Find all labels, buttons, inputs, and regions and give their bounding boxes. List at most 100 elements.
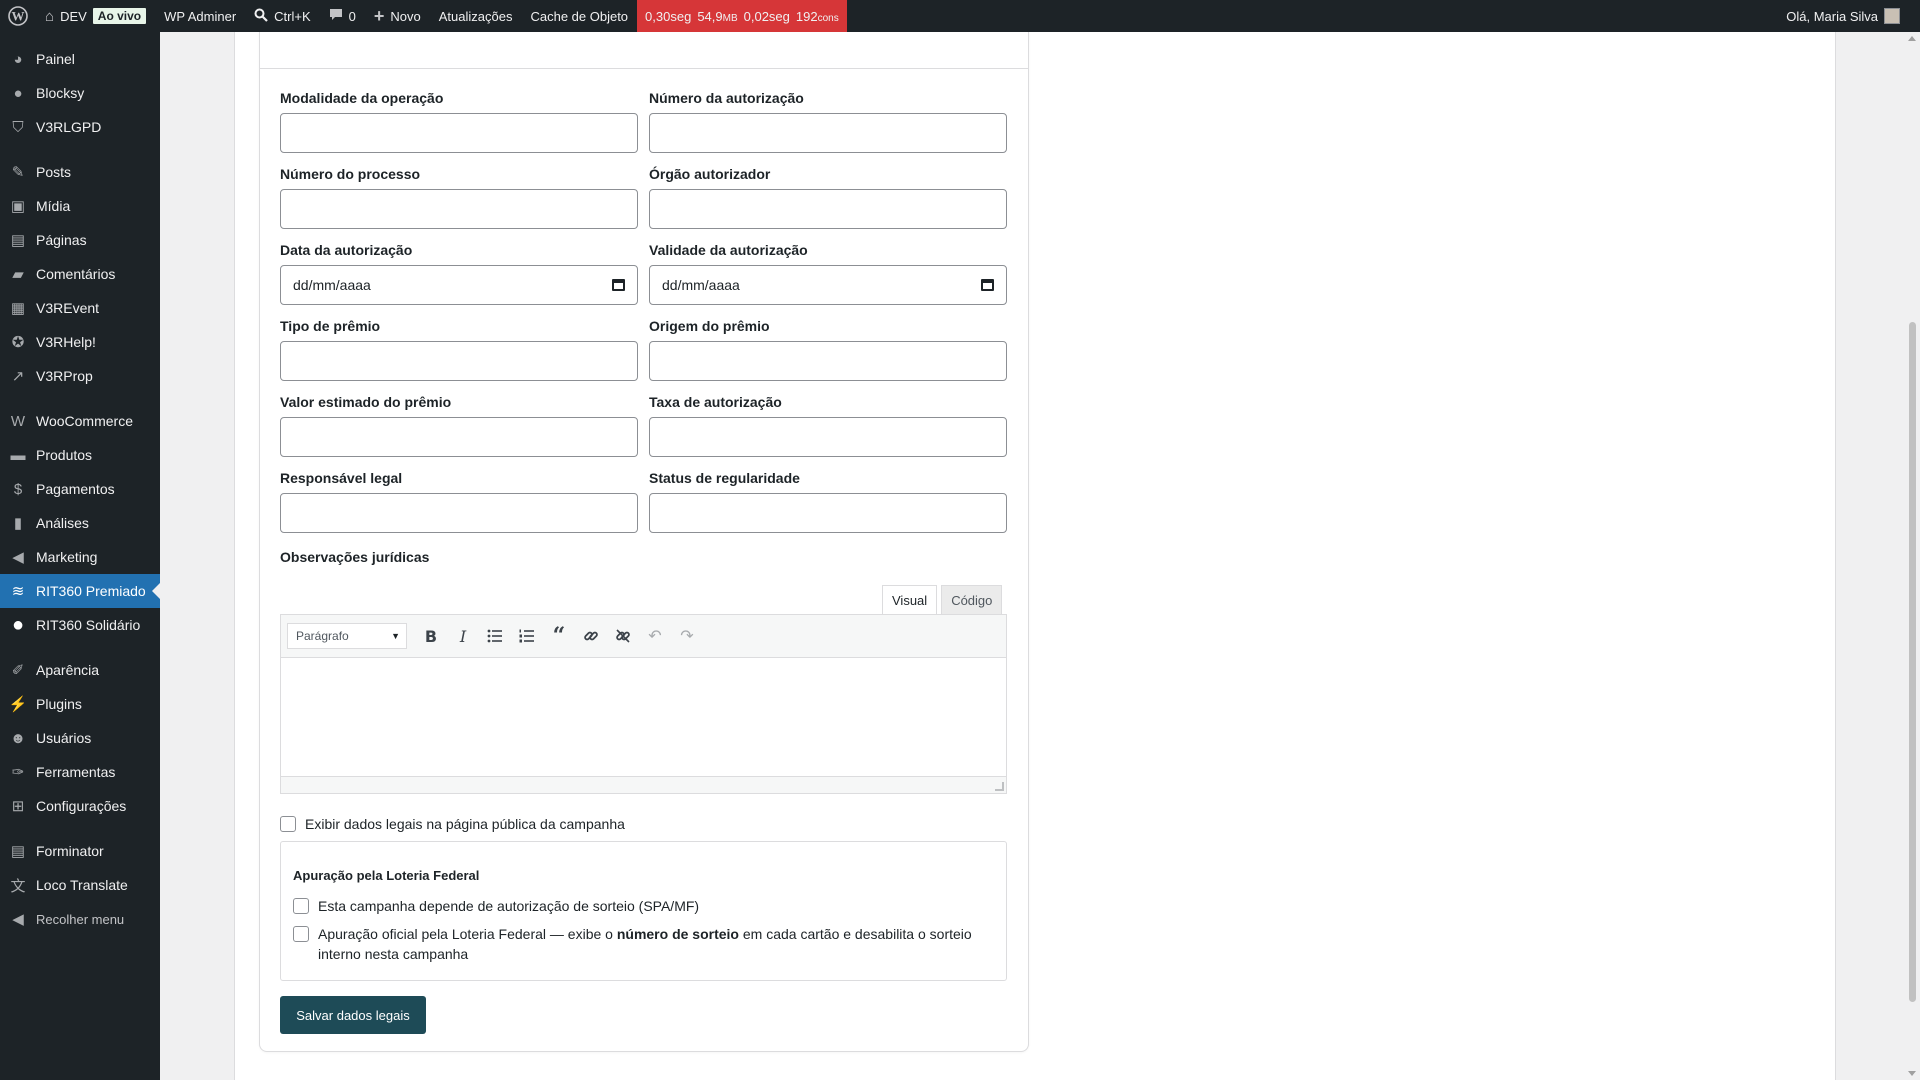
data-autorizacao-input[interactable]: dd/mm/aaaa (280, 265, 638, 305)
media-icon: ▣ (10, 198, 26, 215)
collapse-menu-button[interactable]: ◀ Recolher menu (0, 902, 160, 936)
origem-premio-label: Origem do prêmio (649, 318, 770, 334)
sidebar-item-1[interactable]: ● Blocksy (0, 76, 160, 110)
sidebar-item-14[interactable]: ◀ Marketing (0, 540, 160, 574)
scroll-down-icon[interactable] (1908, 1071, 1916, 1076)
scroll-up-icon[interactable] (1908, 36, 1916, 41)
calendar-icon[interactable] (981, 279, 994, 291)
depends-checkbox[interactable] (293, 898, 309, 914)
tab-code[interactable]: Código (941, 585, 1003, 615)
tipo-premio-input[interactable] (280, 341, 638, 381)
calendar-icon[interactable] (612, 279, 625, 291)
italic-icon[interactable]: I (449, 622, 477, 650)
sidebar-item-8[interactable]: ✪ V3RHelp! (0, 325, 160, 359)
depends-label: Esta campanha depende de autorização de … (318, 898, 700, 914)
my-account-menu[interactable]: Olá, Maria Silva (1777, 0, 1920, 32)
comments-link[interactable]: 0 (320, 0, 365, 32)
sidebar-item-label: Posts (36, 164, 72, 180)
validade-input[interactable]: dd/mm/aaaa (649, 265, 1007, 305)
responsavel-input[interactable] (280, 493, 638, 533)
origem-premio-input[interactable] (649, 341, 1007, 381)
official-draw-emphasis: número de sorteio (616, 926, 739, 942)
sidebar-item-23[interactable]: 文 Loco Translate (0, 868, 160, 902)
sidebar-item-label: Plugins (36, 696, 82, 712)
pages-icon: ▤ (10, 232, 26, 249)
bold-icon[interactable]: B (417, 622, 445, 650)
sidebar-item-5[interactable]: ▤ Páginas (0, 223, 160, 257)
updates-link[interactable]: Atualizações (430, 0, 522, 32)
numbered-list-icon[interactable] (513, 622, 541, 650)
status-label: Status de regularidade (649, 470, 800, 486)
redo-icon[interactable]: ↷ (673, 622, 701, 650)
sidebar-item-17[interactable]: ✐ Aparência (0, 653, 160, 687)
sidebar-item-11[interactable]: ▬ Produtos (0, 438, 160, 472)
sidebar-item-0[interactable]: ◕ Painel (0, 42, 160, 76)
menu-separator (0, 823, 160, 834)
command-search-button[interactable]: Ctrl+K (245, 0, 319, 32)
orgao-input[interactable] (649, 189, 1007, 229)
taxa-input[interactable] (649, 417, 1007, 457)
resize-grip-icon[interactable] (995, 782, 1004, 791)
new-content-link[interactable]: + Novo (365, 0, 430, 32)
sidebar-item-10[interactable]: W WooCommerce (0, 404, 160, 438)
format-select[interactable]: Parágrafo ▼ (287, 623, 407, 649)
sidebar-item-18[interactable]: ⚡ Plugins (0, 687, 160, 721)
wp-adminer-link[interactable]: WP Adminer (155, 0, 245, 32)
modalidade-input[interactable] (280, 113, 638, 153)
object-cache-link[interactable]: Cache de Objeto (521, 0, 637, 32)
link-icon[interactable] (577, 622, 605, 650)
svg-text:W: W (12, 9, 25, 24)
sidebar-item-12[interactable]: $ Pagamentos (0, 472, 160, 506)
editor-content-area[interactable] (281, 658, 1006, 776)
plugin-icon: ⚡ (8, 696, 28, 713)
tab-visual[interactable]: Visual (882, 585, 938, 615)
numero-processo-input[interactable] (280, 189, 638, 229)
official-draw-checkbox[interactable] (293, 926, 309, 942)
undo-icon[interactable]: ↶ (641, 622, 669, 650)
validade-label: Validade da autorização (649, 242, 808, 258)
search-shortcut: Ctrl+K (274, 8, 311, 24)
editor-statusbar (281, 776, 1006, 793)
save-legal-data-button[interactable]: Salvar dados legais (280, 996, 426, 1034)
sidebar-item-7[interactable]: ▦ V3REvent (0, 291, 160, 325)
caret-down-icon: ▼ (391, 631, 400, 641)
sidebar-item-15[interactable]: ≋ RIT360 Premiado (0, 574, 160, 608)
admin-sidebar: ◕ Painel ● Blocksy ⛉ V3RLGPD ✎ Posts ▣ Mídia ▤ Pági… (0, 32, 160, 1080)
sidebar-item-2[interactable]: ⛉ V3RLGPD (0, 110, 160, 144)
sidebar-item-label: Blocksy (36, 85, 85, 101)
query-monitor-button[interactable]: 0,30seg 54,9MB 0,02seg 192cons (637, 0, 847, 32)
orgao-field-group: Órgão autorizador (649, 166, 1007, 229)
status-field-group: Status de regularidade (649, 470, 1007, 533)
sidebar-item-4[interactable]: ▣ Mídia (0, 189, 160, 223)
greeting: Olá, Maria Silva (1786, 8, 1878, 24)
show-public-checkbox[interactable] (280, 816, 296, 832)
status-input[interactable] (649, 493, 1007, 533)
modalidade-label: Modalidade da operação (280, 90, 444, 106)
scrollbar-thumb[interactable] (1909, 322, 1916, 1002)
search-icon (254, 8, 268, 25)
main-content: Modalidade da operação Número da autoriz… (160, 32, 1905, 1080)
site-name-link[interactable]: ⌂ DEV Ao vivo (36, 0, 155, 32)
payment-icon: $ (13, 480, 23, 498)
unlink-icon[interactable] (609, 622, 637, 650)
sidebar-item-20[interactable]: ✑ Ferramentas (0, 755, 160, 789)
sidebar-item-16[interactable]: ● RIT360 Solidário (0, 608, 160, 642)
sidebar-item-19[interactable]: ☻ Usuários (0, 721, 160, 755)
sidebar-item-label: V3RLGPD (36, 119, 102, 135)
bullet-list-icon[interactable] (481, 622, 509, 650)
blockquote-icon[interactable]: “ (545, 622, 573, 650)
valor-premio-field-group: Valor estimado do prêmio (280, 394, 638, 457)
sidebar-item-9[interactable]: ↗ V3RProp (0, 359, 160, 393)
sidebar-item-label: Páginas (36, 232, 87, 248)
comments-count: 0 (348, 8, 356, 24)
sidebar-item-6[interactable]: ▰ Comentários (0, 257, 160, 291)
valor-premio-input[interactable] (280, 417, 638, 457)
page-scrollbar[interactable] (1905, 32, 1920, 1080)
numero-autorizacao-input[interactable] (649, 113, 1007, 153)
wordpress-logo-icon[interactable]: W (0, 0, 36, 32)
sidebar-item-3[interactable]: ✎ Posts (0, 155, 160, 189)
sidebar-item-13[interactable]: ▮ Análises (0, 506, 160, 540)
sidebar-item-22[interactable]: ▤ Forminator (0, 834, 160, 868)
taxa-label: Taxa de autorização (649, 394, 782, 410)
sidebar-item-21[interactable]: ⊞ Configurações (0, 789, 160, 823)
